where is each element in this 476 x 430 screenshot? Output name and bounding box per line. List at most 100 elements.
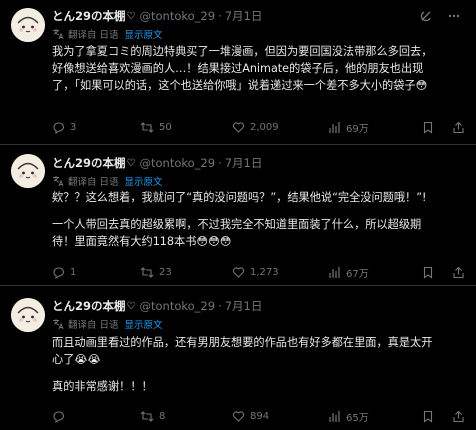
like-button[interactable]: 1,273 xyxy=(232,263,279,281)
tweet-header: とん29の本棚 ♡ @tontoko_29 · 7月1日 xyxy=(52,297,462,315)
views-button[interactable]: 67万 xyxy=(328,263,369,281)
views-button[interactable]: 65万 xyxy=(328,407,369,425)
translated-from-label: 翻译自 日语 xyxy=(68,320,119,331)
retweet-icon xyxy=(140,121,154,133)
share-button[interactable] xyxy=(452,263,470,281)
translated-from-label: 翻译自 日语 xyxy=(68,30,119,41)
bookmark-icon xyxy=(423,121,433,134)
translate-icon xyxy=(52,28,64,40)
tweet-line: 而且动画里看过的作品，还有男朋友想要的作品也有好多都在里面，真是太开 xyxy=(52,336,433,349)
views-button[interactable]: 69万 xyxy=(328,118,369,136)
like-count: 894 xyxy=(250,410,270,422)
separator: · xyxy=(218,9,222,23)
bookmark-button[interactable] xyxy=(422,407,439,425)
tweet-header: とん29の本棚 ♡ @tontoko_29 · 7月1日 xyxy=(52,7,462,25)
tweet[interactable]: とん29の本棚 ♡ @tontoko_29 · 7月1日 翻译自 日语 显示原文… xyxy=(0,0,476,145)
tweet-line: 心了😭😭 xyxy=(52,353,101,366)
bookmark-button[interactable] xyxy=(422,263,439,281)
show-original-link[interactable]: 显示原文 xyxy=(125,317,163,331)
reply-icon xyxy=(53,410,65,423)
share-button[interactable] xyxy=(452,118,470,136)
separator: · xyxy=(218,156,222,170)
separator: · xyxy=(218,299,222,313)
tweet-line: 真的非常感谢！！！ xyxy=(52,380,153,393)
avatar[interactable] xyxy=(11,298,45,332)
author-handle[interactable]: @tontoko_29 xyxy=(139,299,215,313)
like-button[interactable]: 894 xyxy=(232,407,269,425)
views-icon xyxy=(329,410,340,422)
tweet-line: 好像想送给喜欢漫画的人…！结果接过Animate的袋子后，他的朋友也出现 xyxy=(52,62,424,75)
tweet[interactable]: とん29の本棚 ♡ @tontoko_29 · 7月1日 翻译自 日语 显示原文… xyxy=(0,145,476,286)
tweet-text: 欸？？这么想着，我就问了“真的没问题吗？”，结果他说“完全没问题哦！”! 一个人… xyxy=(52,189,466,250)
heart-icon xyxy=(232,121,245,133)
retweet-icon xyxy=(140,410,154,422)
more-icon[interactable] xyxy=(446,8,462,24)
retweet-button[interactable]: 8 xyxy=(140,407,165,425)
retweet-button[interactable]: 23 xyxy=(140,263,172,281)
tweet[interactable]: とん29の本棚 ♡ @tontoko_29 · 7月1日 翻译自 日语 显示原文… xyxy=(0,286,476,430)
author-handle[interactable]: @tontoko_29 xyxy=(139,9,215,23)
reply-count: 1 xyxy=(70,266,77,278)
views-count: 65万 xyxy=(346,412,369,424)
translation-bar: 翻译自 日语 显示原文 xyxy=(52,27,163,41)
retweet-icon xyxy=(140,266,154,278)
author-name[interactable]: とん29の本棚 xyxy=(52,8,126,24)
author-name[interactable]: とん29の本棚 xyxy=(52,155,126,171)
reply-icon xyxy=(53,266,65,279)
heart-icon xyxy=(232,410,245,422)
bookmark-icon xyxy=(423,410,433,423)
tweet-line: 我为了拿夏コミ的周边特典买了一堆漫画，但因为要回国没法带那么多回去， xyxy=(52,45,433,58)
reply-button[interactable]: 1 xyxy=(52,263,76,281)
retweet-button[interactable]: 50 xyxy=(140,118,172,136)
views-icon xyxy=(329,266,340,278)
tweet-header: とん29の本棚 ♡ @tontoko_29 · 7月1日 xyxy=(52,154,462,172)
translation-bar: 翻译自 日语 显示原文 xyxy=(52,317,163,331)
tweet-actions: 1 23 1,273 67万 xyxy=(52,263,466,281)
translate-icon xyxy=(52,318,64,330)
share-icon xyxy=(453,266,464,278)
reply-button[interactable] xyxy=(52,407,70,425)
translation-bar: 翻译自 日语 显示原文 xyxy=(52,174,163,188)
tweet-line: 了，「如果可以的话，这个也送给你哦」说着递过来一个差不多大小的袋子😳 xyxy=(52,79,428,92)
reply-icon xyxy=(53,121,65,134)
views-count: 69万 xyxy=(346,123,369,135)
retweet-count: 50 xyxy=(159,121,172,133)
avatar[interactable] xyxy=(11,154,45,188)
grok-icon[interactable] xyxy=(418,8,434,24)
tweet-actions: 3 50 2,009 69万 xyxy=(52,118,466,136)
translated-from-label: 翻译自 日语 xyxy=(68,177,119,188)
tweet-date[interactable]: 7月1日 xyxy=(225,155,263,171)
heart-badge-icon: ♡ xyxy=(126,157,136,169)
share-button[interactable] xyxy=(452,407,470,425)
tweet-text: 而且动画里看过的作品，还有男朋友想要的作品也有好多都在里面，真是太开 心了😭😭 … xyxy=(52,334,466,395)
tweet-actions: 8 894 65万 xyxy=(52,407,466,425)
timeline: とん29の本棚 ♡ @tontoko_29 · 7月1日 翻译自 日语 显示原文… xyxy=(0,0,476,430)
bookmark-button[interactable] xyxy=(422,118,439,136)
bookmark-icon xyxy=(423,266,433,279)
heart-icon xyxy=(232,266,245,278)
tweet-line: 待！里面竟然有大约118本书😳😳😳 xyxy=(52,235,232,248)
author-name[interactable]: とん29の本棚 xyxy=(52,298,126,314)
retweet-count: 23 xyxy=(159,266,172,278)
reply-count: 3 xyxy=(70,121,77,133)
share-icon xyxy=(453,121,464,133)
views-icon xyxy=(329,121,340,133)
heart-badge-icon: ♡ xyxy=(126,300,136,312)
translate-icon xyxy=(52,175,64,187)
tweet-date[interactable]: 7月1日 xyxy=(225,298,263,314)
show-original-link[interactable]: 显示原文 xyxy=(125,174,163,188)
avatar[interactable] xyxy=(11,8,45,42)
show-original-link[interactable]: 显示原文 xyxy=(125,27,163,41)
tweet-date[interactable]: 7月1日 xyxy=(225,8,263,24)
tweet-line: 一个人带回去真的超级累啊，不过我完全不知道里面装了什么，所以超级期 xyxy=(52,218,422,231)
tweet-text: 我为了拿夏コミ的周边特典买了一堆漫画，但因为要回国没法带那么多回去， 好像想送给… xyxy=(52,43,466,94)
author-handle[interactable]: @tontoko_29 xyxy=(139,156,215,170)
like-button[interactable]: 2,009 xyxy=(232,118,279,136)
share-icon xyxy=(453,410,464,422)
tweet-line: 欸？？这么想着，我就问了“真的没问题吗？”，结果他说“完全没问题哦！”! xyxy=(52,191,427,204)
like-count: 2,009 xyxy=(250,121,279,133)
views-count: 67万 xyxy=(346,268,369,280)
reply-button[interactable]: 3 xyxy=(52,118,76,136)
like-count: 1,273 xyxy=(250,266,279,278)
retweet-count: 8 xyxy=(159,410,166,422)
